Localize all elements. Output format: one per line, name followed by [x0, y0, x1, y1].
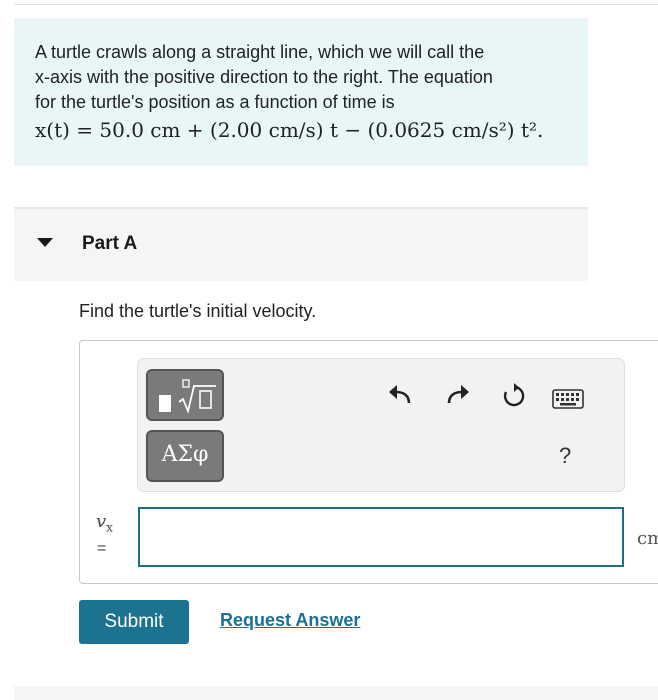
problem-line-3: for the turtle's position as a function …	[35, 92, 395, 112]
unit-label: cm	[637, 528, 658, 549]
keyboard-icon[interactable]	[552, 389, 584, 409]
redo-icon[interactable]	[446, 385, 470, 405]
help-button[interactable]: ?	[559, 443, 571, 469]
equals-sign: =	[97, 540, 107, 557]
variable-label: vx	[96, 511, 113, 535]
answer-panel: ΑΣφ ? vx = cm	[79, 340, 658, 584]
top-divider	[14, 4, 658, 5]
problem-line-2: x-axis with the positive direction to th…	[35, 67, 493, 87]
templates-button[interactable]	[146, 369, 224, 421]
part-title: Part A	[82, 233, 138, 254]
request-answer-link[interactable]: Request Answer	[220, 610, 360, 631]
math-toolbar: ΑΣφ ?	[137, 358, 625, 492]
collapse-caret-icon[interactable]	[37, 238, 53, 247]
next-part-header	[14, 686, 658, 700]
submit-button[interactable]: Submit	[79, 600, 189, 644]
greek-symbols-button[interactable]: ΑΣφ	[146, 430, 224, 482]
position-equation: x(t) = 50.0 cm + (2.00 cm/s) t − (0.0625…	[35, 118, 544, 142]
variable-subscript: x	[106, 520, 113, 535]
part-a-header[interactable]: Part A	[14, 207, 588, 281]
problem-line-1: A turtle crawls along a straight line, w…	[35, 42, 485, 62]
placeholder-box-icon	[159, 395, 171, 412]
question-text: Find the turtle's initial velocity.	[79, 301, 317, 321]
undo-icon[interactable]	[388, 385, 412, 405]
radical-template-icon	[178, 379, 216, 414]
reset-icon[interactable]	[501, 383, 527, 409]
answer-input[interactable]	[138, 507, 624, 567]
variable-symbol: v	[96, 511, 107, 532]
problem-statement: A turtle crawls along a straight line, w…	[14, 18, 588, 166]
